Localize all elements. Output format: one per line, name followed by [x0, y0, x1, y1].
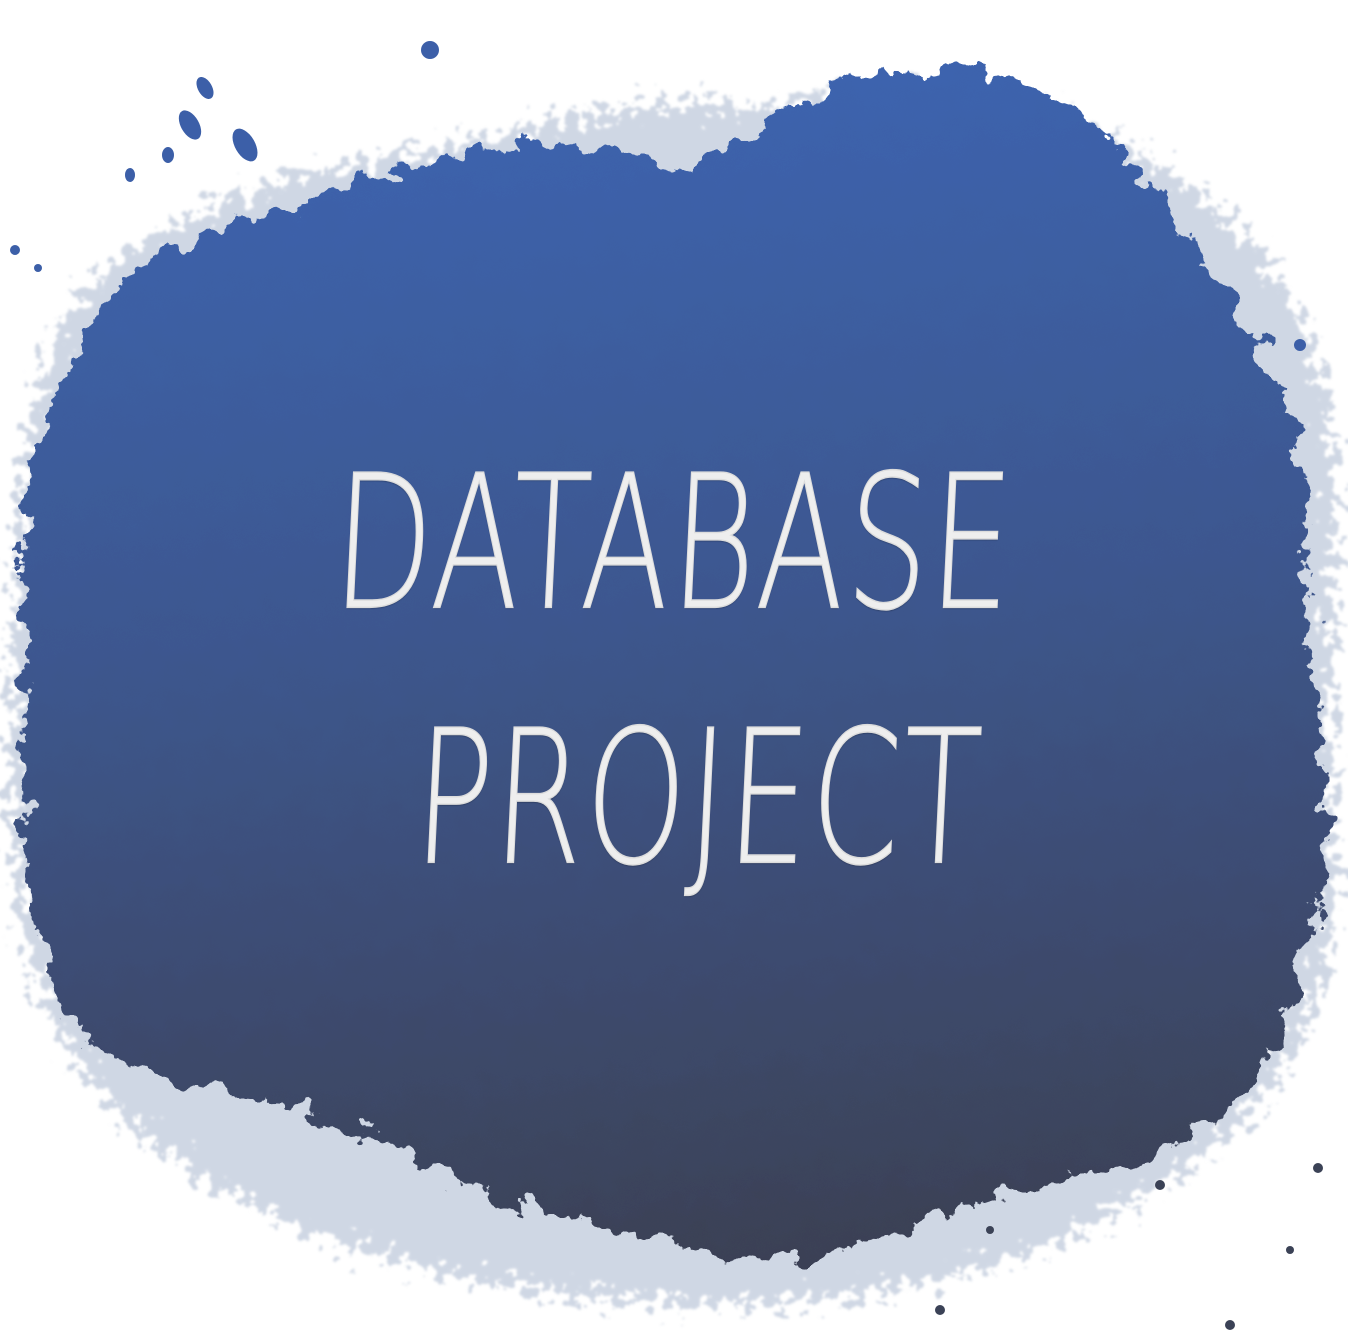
- paint-splash: [10, 41, 1337, 1330]
- splash-body: [23, 67, 1327, 1259]
- title-line-database: DATABASE: [329, 436, 1020, 653]
- title-line-project: PROJECT: [410, 691, 989, 908]
- cover-canvas: DATABASE PROJECT: [0, 0, 1348, 1332]
